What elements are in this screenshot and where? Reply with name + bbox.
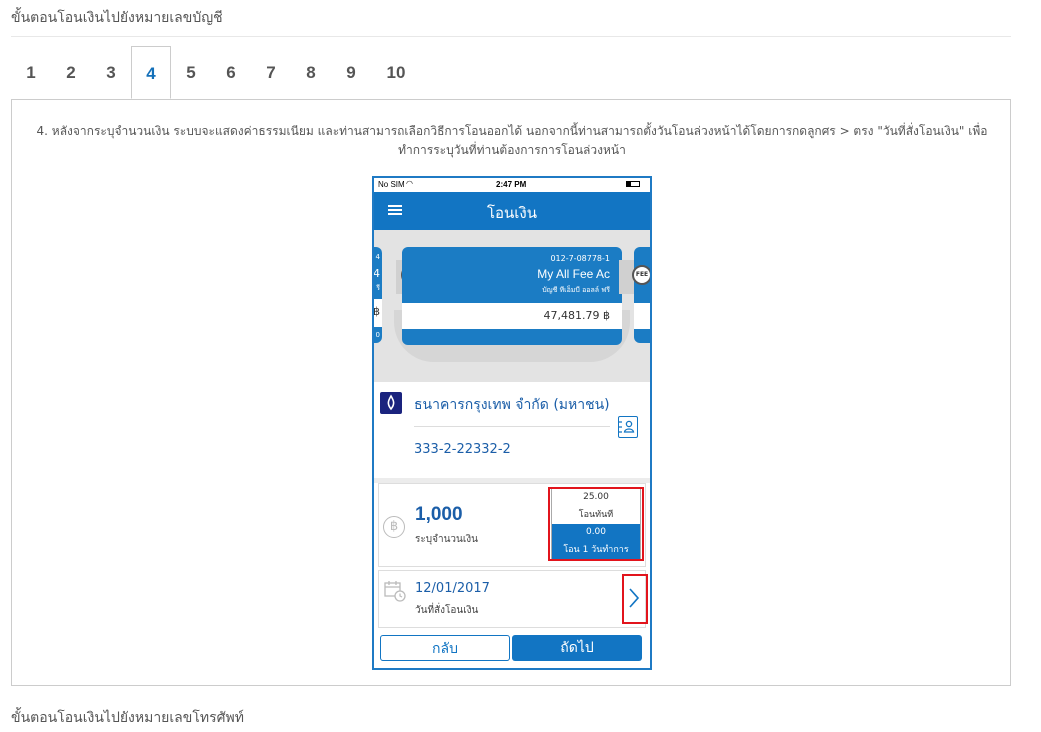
highlight-date-arrow xyxy=(622,574,648,624)
step-panel: 4. หลังจากระบุจำนวนเงิน ระบบจะแสดงค่าธรร… xyxy=(11,99,1011,686)
account-card-right[interactable] xyxy=(634,247,650,343)
wifi-icon: ◠ xyxy=(406,179,413,188)
transfer-date-label: วันที่สั่งโอนเงิน xyxy=(415,605,479,616)
tab-4[interactable]: 4 xyxy=(131,46,171,99)
app-bar: โอนเงิน xyxy=(374,192,650,230)
tab-2[interactable]: 2 xyxy=(59,46,83,99)
next-button[interactable]: ถัดไป xyxy=(512,635,642,661)
bank-logo-icon xyxy=(380,392,402,414)
back-button[interactable]: กลับ xyxy=(380,635,510,661)
recipient-section: ธนาคารกรุงเทพ จำกัด (มหาชน) 333-2-22332-… xyxy=(374,382,650,478)
date-section: 12/01/2017 วันที่สั่งโอนเงิน xyxy=(378,570,646,628)
tab-6[interactable]: 6 xyxy=(219,46,243,99)
contact-book-icon[interactable] xyxy=(618,416,638,438)
fee-badge-right: FEE xyxy=(632,265,650,285)
battery-icon xyxy=(626,181,640,187)
baht-coin-icon: ฿ xyxy=(383,516,405,538)
tab-5[interactable]: 5 xyxy=(179,46,203,99)
divider xyxy=(11,36,1011,37)
amount-value[interactable]: 1,000 xyxy=(415,504,463,526)
card-account-name: My All Fee Ac xyxy=(537,267,610,281)
transfer-date: 12/01/2017 xyxy=(415,581,490,596)
tab-3[interactable]: 3 xyxy=(99,46,123,99)
card-account-subtitle: บัญชี ทีเอ็มบี ออลล์ ฟรี xyxy=(542,286,610,294)
section-title-phone: ขั้นตอนโอนเงินไปยังหมายเลขโทรศัพท์ xyxy=(11,710,244,726)
card-account-number: 012-7-08778-1 xyxy=(550,254,610,263)
carrier-label: No SIM xyxy=(378,180,405,189)
account-card-main[interactable]: 012-7-08778-1 My All Fee Ac บัญชี ทีเอ็ม… xyxy=(402,247,622,345)
tab-7[interactable]: 7 xyxy=(259,46,283,99)
section-title-account: ขั้นตอนโอนเงินไปยังหมายเลขบัญชี xyxy=(11,10,223,26)
time-label: 2:47 PM xyxy=(496,180,527,189)
tab-1[interactable]: 1 xyxy=(19,46,43,99)
highlight-fee-box xyxy=(548,487,644,561)
phone-screenshot: No SIM ◠ 2:47 PM โอนเงิน 4 4 รี ฿ 0 012-… xyxy=(372,176,652,670)
calendar-icon xyxy=(383,579,406,602)
tab-9[interactable]: 9 xyxy=(339,46,363,99)
bank-name: ธนาคารกรุงเทพ จำกัด (มหาชน) xyxy=(414,397,610,413)
tab-10[interactable]: 10 xyxy=(379,46,413,99)
step-description: 4. หลังจากระบุจำนวนเงิน ระบบจะแสดงค่าธรร… xyxy=(36,124,988,157)
tab-8[interactable]: 8 xyxy=(299,46,323,99)
card-balance: 47,481.79 ฿ xyxy=(543,309,610,322)
amount-label: ระบุจำนวนเงิน xyxy=(415,534,478,545)
bank-account-number: 333-2-22332-2 xyxy=(414,442,511,457)
step-tabs: 1 2 3 4 5 6 7 8 9 10 xyxy=(11,46,1011,100)
account-carousel[interactable]: 4 4 รี ฿ 0 FEE 012-7-08778-1 My All Fee … xyxy=(374,230,650,382)
status-bar: No SIM ◠ 2:47 PM xyxy=(374,178,650,192)
bank-divider xyxy=(414,426,610,427)
app-bar-title: โอนเงิน xyxy=(486,204,538,222)
account-card-left[interactable]: 4 4 รี ฿ 0 xyxy=(374,247,382,343)
